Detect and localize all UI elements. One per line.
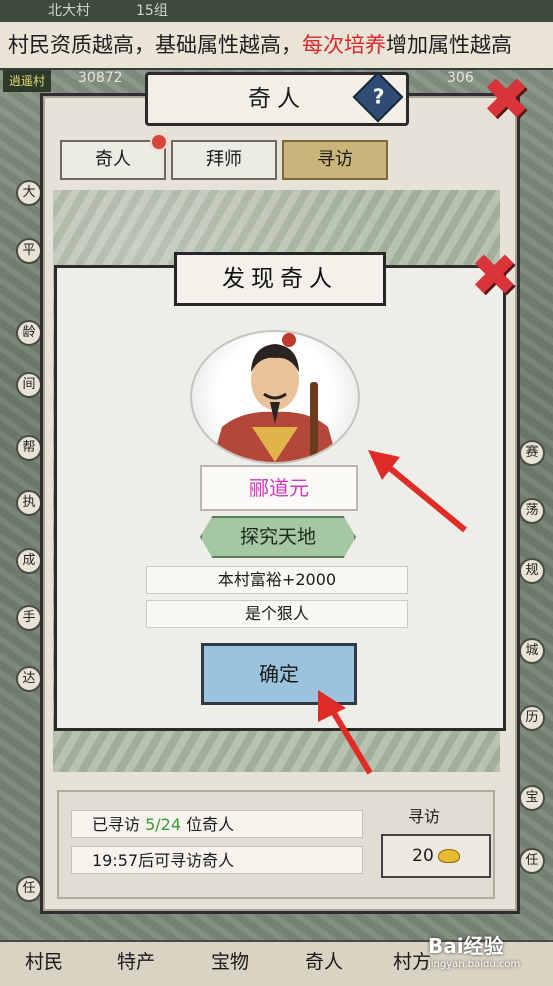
side-icon-left-0[interactable]: 大 bbox=[16, 180, 42, 206]
side-icon-right-1[interactable]: 荡 bbox=[519, 498, 545, 524]
village-badge: 逍遥村 bbox=[3, 70, 52, 92]
visit-cost: 20 bbox=[412, 846, 434, 866]
side-icon-left-4[interactable]: 帮 bbox=[16, 435, 42, 461]
nav-treasure[interactable]: 宝物 bbox=[190, 940, 270, 984]
side-icon-right-4[interactable]: 历 bbox=[519, 705, 545, 731]
side-icon-left-6[interactable]: 成 bbox=[16, 548, 42, 574]
side-icon-left-8[interactable]: 达 bbox=[16, 666, 42, 692]
notification-dot bbox=[150, 133, 168, 151]
side-icon-right-3[interactable]: 城 bbox=[519, 638, 545, 664]
person-name: 郦道元 bbox=[200, 465, 358, 511]
portrait-figure-icon bbox=[212, 333, 338, 462]
group-label: 15组 bbox=[136, 3, 168, 19]
info-line-description: 是个狠人 bbox=[146, 600, 408, 628]
side-icon-left-3[interactable]: 间 bbox=[16, 372, 42, 398]
side-icon-right-5[interactable]: 宝 bbox=[519, 785, 545, 811]
panel-close-icon[interactable]: ✖ bbox=[482, 70, 531, 128]
info-line-reward: 本村富裕+2000 bbox=[146, 566, 408, 594]
visit-label: 寻访 bbox=[408, 807, 441, 826]
nav-strange-person[interactable]: 奇人 bbox=[284, 940, 364, 984]
visited-count-row: 已寻访 5/24 位奇人 bbox=[71, 810, 363, 838]
side-icon-left-1[interactable]: 平 bbox=[16, 238, 42, 264]
watermark-brand: Bai经验 bbox=[428, 934, 504, 958]
side-icon-right-2[interactable]: 规 bbox=[519, 558, 545, 584]
red-arrow-icon-2 bbox=[318, 690, 373, 775]
gold-ingot-icon bbox=[437, 849, 460, 863]
visited-prefix: 已寻访 bbox=[92, 815, 146, 834]
visit-cost-button[interactable]: 20 bbox=[381, 834, 491, 878]
visited-suffix: 位奇人 bbox=[181, 815, 235, 834]
tab-search[interactable]: 寻访 bbox=[282, 140, 388, 180]
resource-value-1: 30872 bbox=[78, 70, 123, 86]
ticker-highlight: 每次培养 bbox=[302, 33, 386, 57]
popup-close-icon[interactable]: ✖ bbox=[470, 246, 519, 304]
side-icon-right-0[interactable]: 赛 bbox=[519, 440, 545, 466]
popup-title: 发现奇人 bbox=[174, 252, 386, 306]
cooldown-row: 19:57后可寻访奇人 bbox=[71, 846, 363, 874]
nav-specialty[interactable]: 特产 bbox=[96, 940, 176, 984]
side-icon-left-2[interactable]: 龄 bbox=[16, 320, 42, 346]
person-portrait bbox=[190, 330, 360, 464]
side-icon-left-7[interactable]: 手 bbox=[16, 605, 42, 631]
watermark-url: jingyan.baidu.com bbox=[428, 959, 521, 970]
ticker-text-1: 村民资质越高，基础属性越高， bbox=[8, 33, 302, 57]
tab-apprentice[interactable]: 拜师 bbox=[171, 140, 277, 180]
side-icon-right-6[interactable]: 任 bbox=[519, 848, 545, 874]
watermark: Bai经验 jingyan.baidu.com bbox=[428, 930, 548, 980]
ticker-text-2: 增加属性越高 bbox=[386, 33, 512, 57]
top-status-bar: 北大村 15组 bbox=[0, 0, 553, 22]
side-icon-left-9[interactable]: 任 bbox=[16, 876, 42, 902]
village-name: 北大村 bbox=[48, 3, 90, 19]
help-icon: ? bbox=[372, 84, 385, 109]
visited-count: 5/24 bbox=[145, 815, 182, 834]
left-side-menu: 大 平 龄 间 帮 执 成 手 达 任 bbox=[2, 150, 42, 910]
announcement-ticker: 村民资质越高，基础属性越高，每次培养增加属性越高 bbox=[0, 22, 553, 70]
right-side-menu: 赛 荡 规 城 历 宝 任 bbox=[515, 420, 553, 900]
nav-villagers[interactable]: 村民 bbox=[4, 940, 84, 984]
red-arrow-icon bbox=[368, 450, 467, 533]
person-trait-badge: 探究天地 bbox=[200, 516, 356, 558]
resource-value-2: 306 bbox=[447, 70, 474, 86]
side-icon-left-5[interactable]: 执 bbox=[16, 490, 42, 516]
